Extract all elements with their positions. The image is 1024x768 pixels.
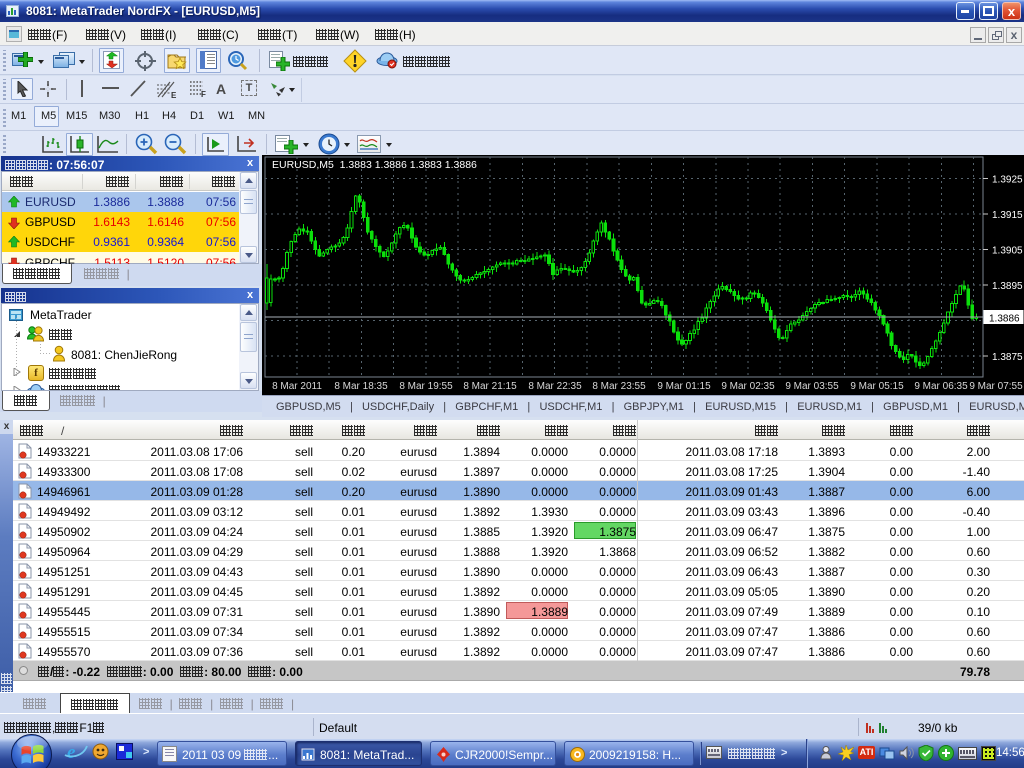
svg-text:9 Mar 01:15: 9 Mar 01:15 bbox=[657, 381, 711, 392]
svg-text:8 Mar 2011: 8 Mar 2011 bbox=[272, 381, 322, 392]
svg-text:8 Mar 22:35: 8 Mar 22:35 bbox=[528, 381, 582, 392]
svg-text:9 Mar 02:35: 9 Mar 02:35 bbox=[721, 381, 775, 392]
svg-text:F: F bbox=[201, 90, 206, 98]
svg-text:8 Mar 18:35: 8 Mar 18:35 bbox=[334, 381, 388, 392]
svg-text:9 Mar 03:55: 9 Mar 03:55 bbox=[785, 381, 839, 392]
svg-text:E: E bbox=[171, 91, 177, 99]
svg-text:1.3886: 1.3886 bbox=[989, 314, 1020, 325]
svg-text:1.3905: 1.3905 bbox=[992, 246, 1023, 257]
svg-text:9 Mar 06:35: 9 Mar 06:35 bbox=[914, 381, 968, 392]
svg-text:8 Mar 21:15: 8 Mar 21:15 bbox=[463, 381, 517, 392]
svg-text:9 Mar 05:15: 9 Mar 05:15 bbox=[850, 381, 904, 392]
svg-text:8 Mar 19:55: 8 Mar 19:55 bbox=[399, 381, 453, 392]
svg-text:EURUSD,M5 1.3883 1.3886 1.388: EURUSD,M5 1.3883 1.3886 1.3883 1.3886 bbox=[272, 159, 477, 171]
svg-text:9 Mar 07:55: 9 Mar 07:55 bbox=[969, 381, 1023, 392]
svg-text:1.3925: 1.3925 bbox=[992, 175, 1023, 186]
svg-text:1.3875: 1.3875 bbox=[992, 352, 1023, 363]
svg-text:1.3915: 1.3915 bbox=[992, 210, 1023, 221]
svg-text:8 Mar 23:55: 8 Mar 23:55 bbox=[592, 381, 646, 392]
svg-text:1.3895: 1.3895 bbox=[992, 281, 1023, 292]
